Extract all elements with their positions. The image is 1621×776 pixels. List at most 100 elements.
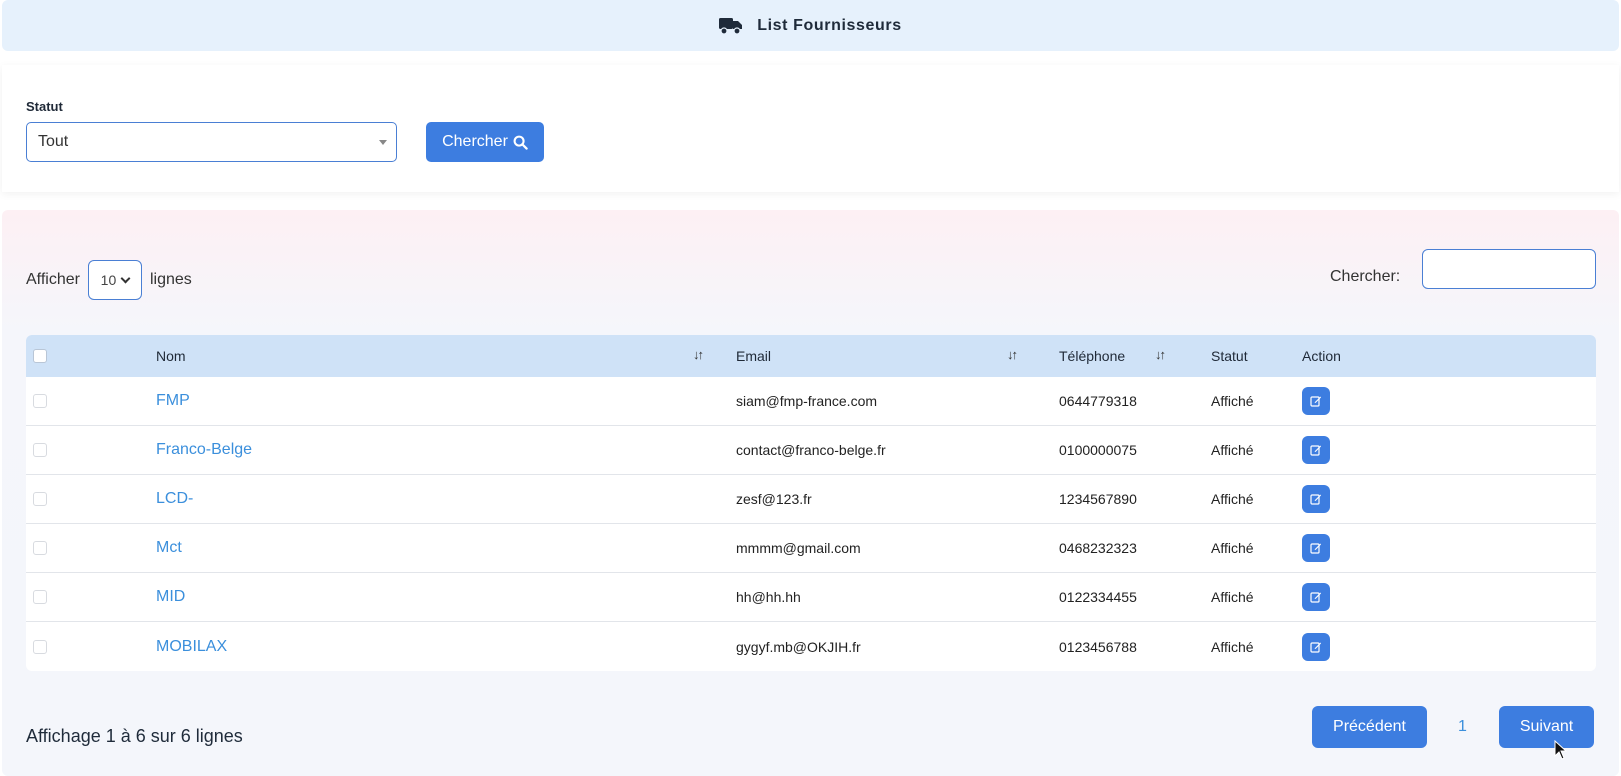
cell-nom: MOBILAX xyxy=(156,622,227,671)
edit-icon xyxy=(1310,494,1321,505)
cell-action xyxy=(1302,426,1330,474)
select-all-cell xyxy=(33,335,47,377)
previous-page-button[interactable]: Précédent xyxy=(1312,706,1427,748)
cell-statut: Affiché xyxy=(1211,491,1254,507)
table-search-label: Chercher: xyxy=(1330,268,1401,285)
table-row: LCD-zesf@123.fr 1234567890 Affiché xyxy=(26,475,1596,524)
cell-statut: Affiché xyxy=(1211,638,1254,655)
cell-email: gygyf.mb@OKJIH.fr xyxy=(736,638,861,655)
row-select-cell xyxy=(33,475,47,523)
cell-nom: Mct xyxy=(156,524,182,572)
table-search-input[interactable] xyxy=(1422,249,1596,289)
supplier-name-link[interactable]: Franco-Belge xyxy=(156,441,252,459)
cell-email: zesf@123.fr xyxy=(736,491,812,507)
cell-email: mmmm@gmail.com xyxy=(736,540,861,556)
supplier-name-link[interactable]: MOBILAX xyxy=(156,638,227,656)
chevron-down-icon xyxy=(120,273,131,283)
row-select-cell xyxy=(33,622,47,671)
search-icon xyxy=(513,135,528,150)
cell-statut: Affiché xyxy=(1211,589,1254,605)
cell-statut: Affiché xyxy=(1211,540,1254,556)
cell-email: siam@fmp-france.com xyxy=(736,393,878,409)
statut-filter-label: Statut xyxy=(26,99,63,114)
row-checkbox[interactable] xyxy=(33,639,47,654)
table-row: Mct mmmm@gmail.com 0468232323 Affiché xyxy=(26,524,1596,573)
page-header: List Fournisseurs xyxy=(2,0,1619,51)
cell-telephone: 0468232323 xyxy=(1059,540,1137,556)
supplier-name-link[interactable]: MID xyxy=(156,588,185,606)
column-header-nom[interactable]: Nom xyxy=(156,335,186,377)
sort-icon[interactable]: ↓↑ xyxy=(693,347,704,362)
column-header-email[interactable]: Email xyxy=(736,335,771,377)
cell-email: contact@franco-belge.fr xyxy=(736,442,886,458)
cell-telephone: 1234567890 xyxy=(1059,491,1137,507)
edit-button[interactable] xyxy=(1302,583,1330,611)
next-page-button[interactable]: Suivant xyxy=(1499,706,1594,748)
cell-statut: Affiché xyxy=(1211,393,1254,409)
page-length-select[interactable]: 10 xyxy=(87,260,142,300)
page-title: List Fournisseurs xyxy=(757,16,902,34)
table-body: FMP siam@fmp-france.com 0644779318 Affiché F… xyxy=(26,377,1596,671)
row-checkbox[interactable] xyxy=(33,541,47,555)
row-checkbox[interactable] xyxy=(33,443,47,457)
supplier-table: Nom ↓↑ Email ↓↑ Téléphone ↓↑ Statut Acti… xyxy=(26,335,1596,671)
cell-telephone: 0122334455 xyxy=(1059,589,1137,605)
show-suffix-label: lignes xyxy=(149,271,192,288)
row-select-cell xyxy=(33,426,47,474)
edit-button[interactable] xyxy=(1302,534,1330,562)
row-checkbox[interactable] xyxy=(33,394,47,408)
table-header-row: Nom ↓↑ Email ↓↑ Téléphone ↓↑ Statut Acti… xyxy=(26,335,1596,377)
cell-email: hh@hh.hh xyxy=(736,589,801,605)
table-info: Affichage 1 à 6 sur 6 lignes xyxy=(26,726,243,746)
table-row: MID hh@hh.hh 0122334455 Affiché xyxy=(26,573,1596,622)
row-checkbox[interactable] xyxy=(33,492,47,506)
page-length-value: 10 xyxy=(100,272,117,288)
truck-icon xyxy=(719,17,743,35)
cell-telephone: 0644779318 xyxy=(1059,393,1137,409)
column-header-statut[interactable]: Statut xyxy=(1211,335,1248,377)
cell-telephone: 0123456788 xyxy=(1059,638,1137,655)
cell-nom: FMP xyxy=(156,377,190,425)
row-select-cell xyxy=(33,524,47,572)
cell-action xyxy=(1302,622,1330,671)
cell-nom: MID xyxy=(156,573,185,621)
caret-down-icon xyxy=(379,140,387,145)
show-prefix-label: Afficher xyxy=(26,271,80,288)
filter-panel: Statut Tout Chercher xyxy=(2,65,1619,192)
edit-icon xyxy=(1310,592,1321,603)
edit-button[interactable] xyxy=(1302,485,1330,513)
table-row: Franco-Belge contact@franco-belge.fr 01000… xyxy=(26,426,1596,475)
cell-nom: Franco-Belge xyxy=(156,426,252,474)
edit-icon xyxy=(1310,641,1321,653)
edit-button[interactable] xyxy=(1302,436,1330,464)
column-header-telephone[interactable]: Téléphone xyxy=(1059,335,1125,377)
cell-action xyxy=(1302,573,1330,621)
supplier-name-link[interactable]: FMP xyxy=(156,392,190,410)
mouse-cursor-icon xyxy=(1554,740,1568,760)
supplier-table-panel: Afficher 10 lignes Chercher: Nom ↓↑ Emai… xyxy=(2,210,1619,776)
edit-button[interactable] xyxy=(1302,632,1330,661)
sort-icon[interactable]: ↓↑ xyxy=(1007,347,1018,362)
cell-action xyxy=(1302,475,1330,523)
cell-statut: Affiché xyxy=(1211,442,1254,458)
table-row: FMP siam@fmp-france.com 0644779318 Affiché xyxy=(26,377,1596,426)
select-all-checkbox[interactable] xyxy=(33,349,47,363)
search-button[interactable]: Chercher xyxy=(426,122,544,162)
supplier-name-link[interactable]: Mct xyxy=(156,539,182,557)
statut-select[interactable]: Tout xyxy=(26,122,397,162)
edit-icon xyxy=(1310,445,1321,456)
edit-icon xyxy=(1310,396,1321,407)
cell-telephone: 0100000075 xyxy=(1059,442,1137,458)
sort-icon[interactable]: ↓↑ xyxy=(1155,347,1166,362)
row-select-cell xyxy=(33,573,47,621)
row-checkbox[interactable] xyxy=(33,590,47,604)
statut-select-value: Tout xyxy=(38,133,69,150)
cell-action xyxy=(1302,524,1330,572)
edit-button[interactable] xyxy=(1302,387,1330,415)
row-select-cell xyxy=(33,377,47,425)
table-row: MOBILAX gygyf.mb@OKJIH.fr 0123456788 Affich… xyxy=(26,622,1596,671)
column-header-action: Action xyxy=(1302,348,1341,364)
page-length-control: Afficher 10 lignes xyxy=(26,260,192,300)
page-number-1[interactable]: 1 xyxy=(1458,718,1467,736)
supplier-name-link[interactable]: LCD- xyxy=(156,490,193,508)
